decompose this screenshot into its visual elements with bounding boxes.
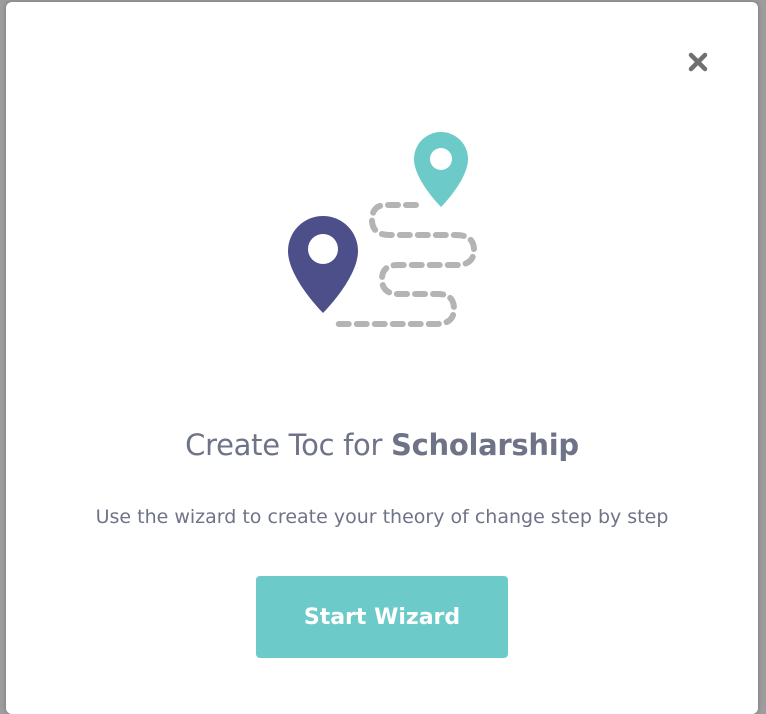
route-map-pins-icon: [288, 132, 478, 327]
modal-title: Create Toc for Scholarship: [6, 428, 758, 462]
start-wizard-button[interactable]: Start Wizard: [256, 576, 508, 658]
title-subject: Scholarship: [391, 428, 579, 462]
origin-pin-icon: [288, 216, 358, 313]
title-prefix: Create Toc for: [185, 428, 392, 462]
modal-subtitle: Use the wizard to create your theory of …: [95, 506, 669, 528]
create-toc-modal: Create Toc for Scholarship Use the wizar…: [6, 2, 758, 714]
destination-pin-icon: [414, 132, 468, 207]
